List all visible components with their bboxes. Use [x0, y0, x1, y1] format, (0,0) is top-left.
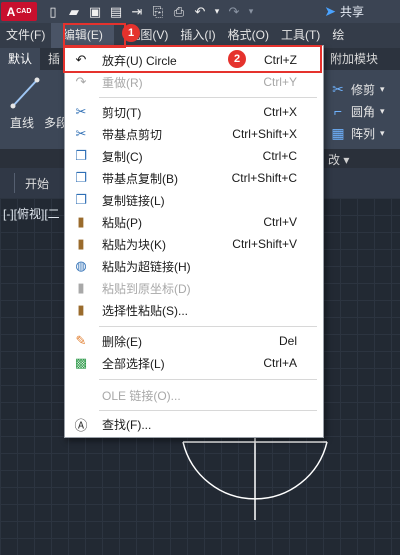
save-icon[interactable]: ▣: [87, 4, 103, 20]
menu-file[interactable]: 文件(F): [0, 23, 51, 48]
app-logo[interactable]: A CAD: [1, 2, 37, 21]
menu-item-paste-original[interactable]: ▮ 粘贴到原坐标(D): [65, 277, 323, 299]
tab-start[interactable]: 开始: [15, 175, 59, 192]
new-file-icon[interactable]: ▯: [45, 4, 61, 20]
print-icon[interactable]: ⎙: [171, 4, 187, 20]
paste-original-icon: ▮: [77, 280, 85, 295]
modify-panel-label[interactable]: 改 ▾: [328, 151, 349, 168]
cut-base-icon: ✂: [75, 126, 87, 141]
paste-block-icon: ▮: [77, 236, 85, 251]
viewport-label[interactable]: [-][俯视][二: [3, 205, 60, 222]
open-folder-icon[interactable]: ▰: [66, 4, 82, 20]
modify-group: ✂ 修剪 ▾ ⌐ 圆角 ▾ ▦ 阵列 ▾: [330, 78, 400, 144]
undo-icon[interactable]: ↶: [192, 4, 208, 20]
array-icon: ▦: [331, 124, 345, 141]
undo-icon: ↶: [75, 52, 87, 67]
menu-item-copy[interactable]: ❐ 复制(C) Ctrl+C: [65, 145, 323, 167]
menu-item-paste[interactable]: ▮ 粘贴(P) Ctrl+V: [65, 211, 323, 233]
menu-item-erase[interactable]: ✎ 删除(E) Del: [65, 330, 323, 352]
find-icon: Ⓐ: [74, 417, 88, 433]
redo-dropdown-icon[interactable]: ▾: [247, 4, 255, 20]
menu-draw[interactable]: 绘: [326, 23, 350, 48]
quick-access-toolbar: ▯ ▰ ▣ ▤ ⇥ ⎘ ⎙ ↶ ▾ ↷ ▾: [45, 4, 255, 20]
menu-item-copy-link[interactable]: ❐ 复制链接(L): [65, 189, 323, 211]
menu-item-ole-links[interactable]: OLE 链接(O)...: [65, 384, 323, 406]
export-icon[interactable]: ⇥: [129, 4, 145, 20]
menu-item-paste-block[interactable]: ▮ 粘贴为块(K) Ctrl+Shift+V: [65, 233, 323, 255]
paste-hyperlink-icon: ◍: [75, 258, 87, 273]
menu-divider: [99, 379, 317, 380]
cut-icon: ✂: [75, 104, 87, 119]
menu-item-copy-base[interactable]: ❐ 带基点复制(B) Ctrl+Shift+C: [65, 167, 323, 189]
tab-default[interactable]: 默认: [0, 48, 41, 70]
redo-icon[interactable]: ↷: [226, 4, 242, 20]
trim-tool[interactable]: ✂ 修剪 ▾: [330, 78, 400, 100]
undo-dropdown-icon[interactable]: ▾: [213, 4, 221, 20]
menu-item-select-all[interactable]: ▩ 全部选择(L) Ctrl+A: [65, 352, 323, 374]
save-as-icon[interactable]: ▤: [108, 4, 124, 20]
menu-divider: [99, 410, 317, 411]
copy-link-icon: ❐: [75, 192, 87, 207]
paste-icon: ▮: [77, 214, 85, 229]
menu-item-cut-base[interactable]: ✂ 带基点剪切 Ctrl+Shift+X: [65, 123, 323, 145]
edit-menu-dropdown: ↶ 放弃(U) Circle Ctrl+Z ↷ 重做(R) Ctrl+Y ✂ 剪…: [64, 45, 324, 438]
title-bar: A CAD ▯ ▰ ▣ ▤ ⇥ ⎘ ⎙ ↶ ▾ ↷ ▾ ➤ 共享: [0, 0, 400, 23]
menu-item-undo[interactable]: ↶ 放弃(U) Circle Ctrl+Z: [65, 49, 323, 71]
array-tool[interactable]: ▦ 阵列 ▾: [330, 122, 400, 144]
share-button[interactable]: ➤ 共享: [324, 3, 364, 20]
step-badge-2: 2: [228, 50, 246, 68]
menu-item-paste-hyperlink[interactable]: ◍ 粘贴为超链接(H): [65, 255, 323, 277]
step-badge-1: 1: [122, 24, 140, 42]
line-tool-icon[interactable]: [10, 76, 40, 110]
fillet-tool[interactable]: ⌐ 圆角 ▾: [330, 100, 400, 122]
menu-item-cut[interactable]: ✂ 剪切(T) Ctrl+X: [65, 101, 323, 123]
copy-base-icon: ❐: [75, 170, 87, 185]
line-tool-label[interactable]: 直线: [10, 114, 34, 131]
menu-divider: [99, 97, 317, 98]
menu-item-redo[interactable]: ↷ 重做(R) Ctrl+Y: [65, 71, 323, 93]
paste-special-icon: ▮: [77, 302, 85, 317]
menu-divider: [99, 326, 317, 327]
import-icon[interactable]: ⎘: [150, 4, 166, 20]
menu-item-find[interactable]: Ⓐ 查找(F)...: [65, 413, 323, 435]
erase-icon: ✎: [75, 333, 87, 348]
trim-icon: ✂: [332, 80, 344, 97]
share-icon: ➤: [324, 3, 336, 19]
tab-addins[interactable]: 附加模块: [322, 48, 386, 70]
redo-icon: ↷: [75, 74, 87, 89]
copy-icon: ❐: [75, 148, 87, 163]
fillet-icon: ⌐: [333, 103, 343, 119]
select-all-icon: ▩: [74, 355, 88, 370]
menu-item-paste-special[interactable]: ▮ 选择性粘贴(S)...: [65, 299, 323, 321]
